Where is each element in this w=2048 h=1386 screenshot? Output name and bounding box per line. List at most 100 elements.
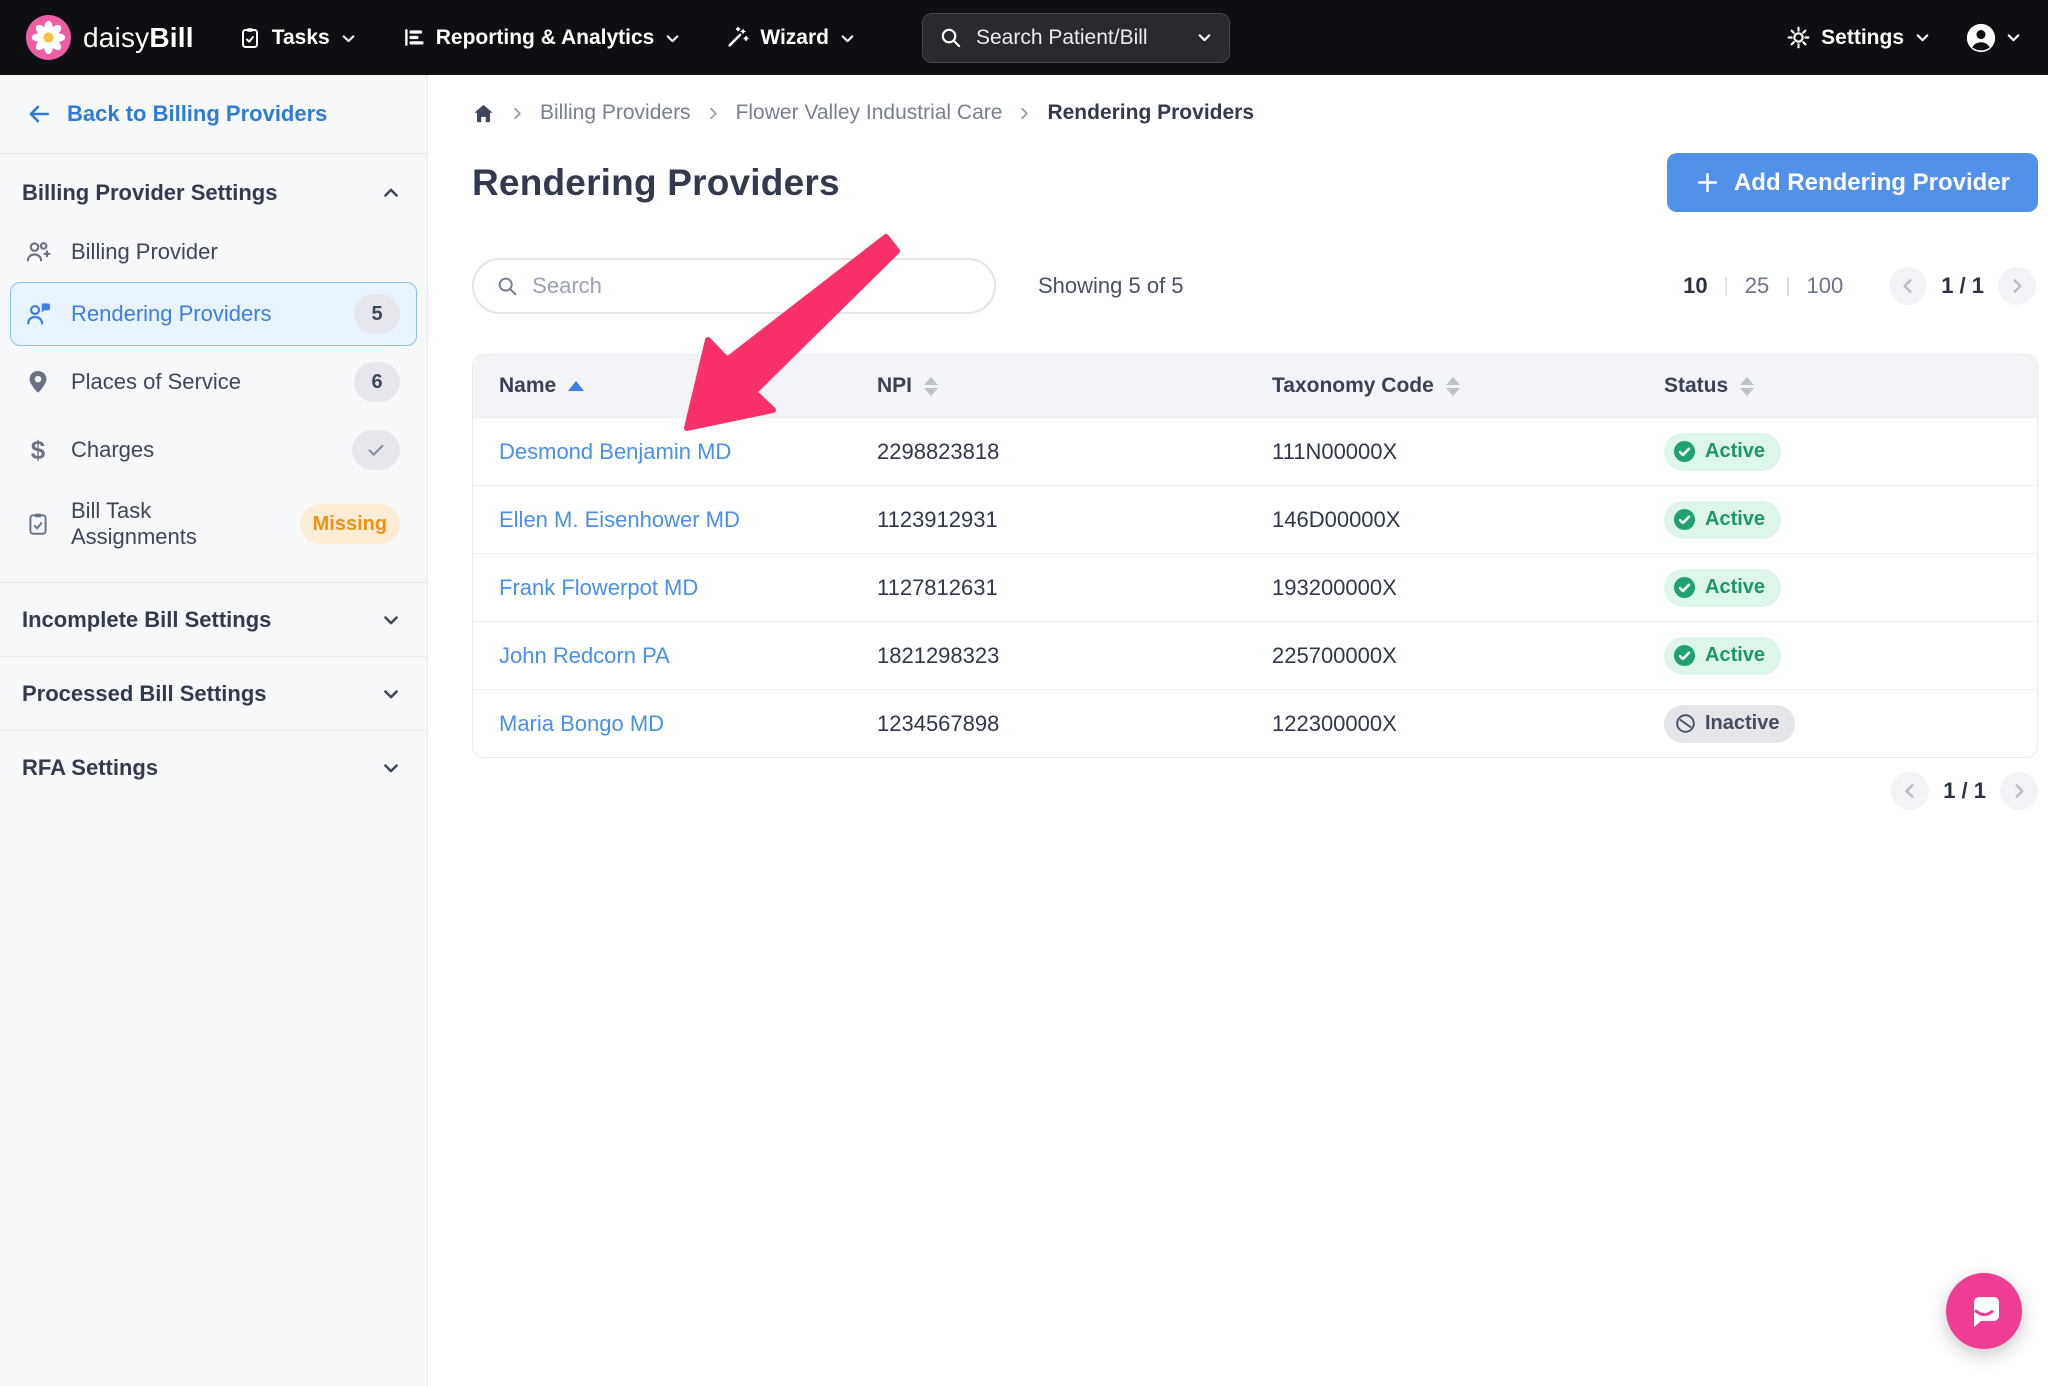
sidebar-item-billing-provider[interactable]: Billing Provider: [10, 226, 417, 278]
brand-logo[interactable]: daisyBill: [26, 15, 194, 60]
account-menu[interactable]: [1965, 22, 2022, 54]
provider-name-link[interactable]: John Redcorn PA: [499, 643, 877, 669]
sort-asc-icon: [568, 381, 584, 391]
table-search[interactable]: [472, 258, 996, 314]
chevron-left-icon: [1901, 782, 1919, 800]
count-badge: 5: [354, 294, 400, 334]
top-pager: 1 / 1: [1889, 267, 2036, 305]
plus-icon: [1695, 170, 1720, 195]
back-to-billing-providers-link[interactable]: Back to Billing Providers: [0, 75, 427, 154]
main-content: Billing Providers Flower Valley Industri…: [428, 75, 2048, 1386]
table-body: Desmond Benjamin MD 2298823818 111N00000…: [473, 417, 2037, 757]
section-incomplete-bill-settings[interactable]: Incomplete Bill Settings: [0, 583, 427, 657]
chevron-down-icon: [340, 30, 357, 47]
npi-value: 1123912931: [877, 507, 1272, 533]
provider-name-link[interactable]: Ellen M. Eisenhower MD: [499, 507, 877, 533]
table-toolbar: Showing 5 of 5 10 | 25 | 100 1 / 1: [472, 258, 2038, 314]
menu-wizard-label: Wizard: [760, 26, 829, 50]
status-label: Active: [1705, 508, 1765, 531]
chevron-down-icon: [381, 610, 401, 630]
map-pin-icon: [23, 369, 53, 395]
sidebar-item-label: Bill Task Assignments: [71, 498, 282, 550]
showing-count: Showing 5 of 5: [1038, 273, 1184, 299]
back-arrow-icon: [26, 101, 52, 127]
chevron-down-icon: [381, 758, 401, 778]
column-header-status[interactable]: Status: [1664, 374, 2011, 398]
top-right-cluster: Settings: [1786, 22, 2022, 54]
page-size-25[interactable]: 25: [1745, 273, 1769, 299]
breadcrumb-flower-valley[interactable]: Flower Valley Industrial Care: [736, 101, 1003, 125]
breadcrumb-billing-providers[interactable]: Billing Providers: [540, 101, 691, 125]
sidebar-item-label: Places of Service: [71, 369, 241, 395]
top-nav: daisyBill Tasks Reporting & Analytics: [0, 0, 2048, 75]
page-size-10[interactable]: 10: [1683, 273, 1707, 299]
check-badge: [352, 430, 400, 470]
menu-tasks-label: Tasks: [272, 26, 330, 50]
provider-name-link[interactable]: Frank Flowerpot MD: [499, 575, 877, 601]
chat-launcher-button[interactable]: [1946, 1273, 2022, 1349]
sidebar-item-rendering-providers[interactable]: Rendering Providers 5: [10, 282, 417, 346]
status-badge: Active: [1664, 569, 1781, 607]
page-indicator: 1 / 1: [1941, 273, 1984, 299]
chat-icon: [1962, 1289, 2006, 1333]
table-row: Frank Flowerpot MD 1127812631 193200000X: [473, 553, 2037, 621]
sort-icon: [1446, 377, 1460, 396]
provider-name-link[interactable]: Maria Bongo MD: [499, 711, 877, 737]
column-label: Taxonomy Code: [1272, 374, 1434, 398]
next-page-button[interactable]: [2000, 772, 2038, 810]
column-header-taxonomy-code[interactable]: Taxonomy Code: [1272, 374, 1664, 398]
table-row: John Redcorn PA 1821298323 225700000X: [473, 621, 2037, 689]
check-circle-icon: [1673, 576, 1696, 599]
page-size-100[interactable]: 100: [1806, 273, 1843, 299]
chevron-down-icon: [1914, 29, 1931, 46]
sort-icon: [924, 377, 938, 396]
breadcrumb-current: Rendering Providers: [1047, 101, 1254, 125]
global-search[interactable]: Search Patient/Bill: [922, 13, 1230, 63]
bottom-pager: 1 / 1: [472, 772, 2038, 810]
check-circle-icon: [1673, 440, 1696, 463]
table-search-input[interactable]: [532, 273, 972, 299]
sidebar: Back to Billing Providers Billing Provid…: [0, 75, 428, 1386]
status-label: Active: [1705, 644, 1765, 667]
tasks-icon: [238, 26, 262, 50]
column-label: Status: [1664, 374, 1728, 398]
gear-icon: [1786, 25, 1811, 50]
column-header-name[interactable]: Name: [499, 374, 877, 398]
chevron-up-icon: [381, 183, 401, 203]
menu-settings[interactable]: Settings: [1786, 25, 1931, 50]
menu-reporting-label: Reporting & Analytics: [436, 26, 655, 50]
provider-name-link[interactable]: Desmond Benjamin MD: [499, 439, 877, 465]
status-badge: Inactive: [1664, 705, 1795, 743]
column-header-npi[interactable]: NPI: [877, 374, 1272, 398]
breadcrumb-separator-icon: [1017, 106, 1032, 121]
count-badge: 6: [354, 362, 400, 402]
add-button-label: Add Rendering Provider: [1734, 169, 2010, 197]
group-billing-provider-settings[interactable]: Billing Provider Settings: [0, 154, 427, 222]
prev-page-button[interactable]: [1891, 772, 1929, 810]
sidebar-item-places-of-service[interactable]: Places of Service 6: [10, 350, 417, 414]
group-title: Billing Provider Settings: [22, 180, 277, 206]
person-chat-icon: [23, 300, 53, 328]
npi-value: 1127812631: [877, 575, 1272, 601]
slash-circle-icon: [1675, 713, 1696, 734]
menu-tasks[interactable]: Tasks: [238, 26, 357, 50]
section-rfa-settings[interactable]: RFA Settings: [0, 731, 427, 805]
menu-reporting-analytics[interactable]: Reporting & Analytics: [401, 25, 682, 50]
menu-settings-label: Settings: [1821, 26, 1904, 50]
prev-page-button[interactable]: [1889, 267, 1927, 305]
section-processed-bill-settings[interactable]: Processed Bill Settings: [0, 657, 427, 731]
table-row: Ellen M. Eisenhower MD 1123912931 146D00…: [473, 485, 2037, 553]
next-page-button[interactable]: [1998, 267, 2036, 305]
home-icon[interactable]: [472, 102, 495, 125]
breadcrumb-separator-icon: [510, 106, 525, 121]
breadcrumb-separator-icon: [706, 106, 721, 121]
chevron-down-icon: [2005, 29, 2022, 46]
add-rendering-provider-button[interactable]: Add Rendering Provider: [1667, 153, 2038, 212]
global-search-label: Search Patient/Bill: [976, 26, 1148, 50]
menu-wizard[interactable]: Wizard: [725, 25, 856, 50]
sidebar-item-charges[interactable]: $ Charges: [10, 418, 417, 482]
status-label: Active: [1705, 576, 1765, 599]
chevron-down-icon: [664, 30, 681, 47]
check-icon: [365, 439, 387, 461]
sidebar-item-bill-task-assignments[interactable]: Bill Task Assignments Missing: [10, 486, 417, 562]
